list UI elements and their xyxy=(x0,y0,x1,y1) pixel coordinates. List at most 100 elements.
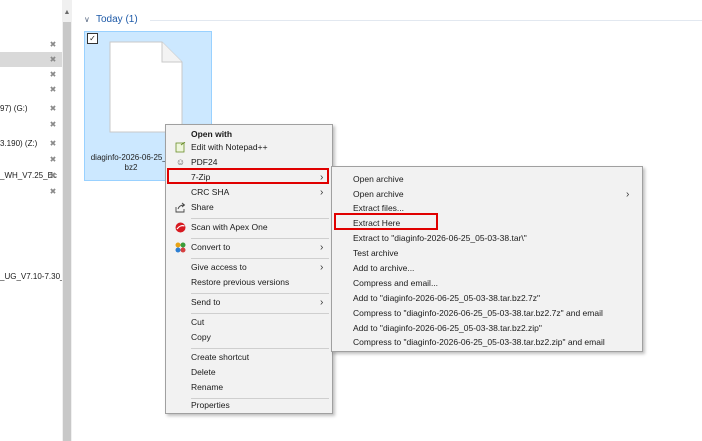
menu-label: Properties xyxy=(191,400,230,410)
menu-label: Compress to "diaginfo-2026-06-25_05-03-3… xyxy=(353,308,603,318)
submenu-item-add-to-archive[interactable]: Add to archive... xyxy=(332,261,642,276)
menu-separator xyxy=(191,313,329,314)
submenu-item-compress-zip-email[interactable]: Compress to "diaginfo-2026-06-25_05-03-3… xyxy=(332,335,642,350)
pin-icon: ✖ xyxy=(49,155,57,164)
nav-item[interactable]: 3.190) (Z:) ✖ xyxy=(0,136,62,151)
scroll-up-arrow-icon[interactable]: ▲ xyxy=(62,8,72,18)
notepad-plus-plus-icon xyxy=(175,141,186,153)
nav-item[interactable]: _WH_V7.25_Ec ✖ xyxy=(0,168,62,183)
chevron-down-icon: ∨ xyxy=(84,15,90,24)
submenu-item-extract-to[interactable]: Extract to "diaginfo-2026-06-25_05-03-38… xyxy=(332,231,642,246)
menu-label: Edit with Notepad++ xyxy=(191,142,268,152)
menu-label: Copy xyxy=(191,332,211,342)
pdf24-icon: ☺ xyxy=(175,157,186,167)
pin-icon: ✖ xyxy=(49,40,57,49)
nav-item[interactable]: ✖ xyxy=(0,184,62,199)
menu-label: Compress and email... xyxy=(353,278,439,288)
pin-icon: ✖ xyxy=(49,187,57,196)
pin-icon: ✖ xyxy=(49,139,57,148)
nav-item[interactable]: ✖ xyxy=(0,67,62,82)
submenu-item-open-archive[interactable]: Open archive xyxy=(332,172,642,187)
submenu-item-compress-7z-email[interactable]: Compress to "diaginfo-2026-06-25_05-03-3… xyxy=(332,306,642,321)
scrollbar-thumb[interactable] xyxy=(63,22,71,441)
group-title: Today (1) xyxy=(96,14,138,25)
menu-label: Create shortcut xyxy=(191,352,250,362)
nav-item[interactable]: _UG_V7.10-7.30_E xyxy=(0,269,62,284)
7zip-submenu: Open archive Open archive › Extract file… xyxy=(331,166,643,352)
menu-label: Add to "diaginfo-2026-06-25_05-03-38.tar… xyxy=(353,323,542,333)
chevron-right-icon: › xyxy=(320,297,324,308)
apex-one-icon xyxy=(175,222,186,233)
nav-item-label: 3.190) (Z:) xyxy=(0,139,38,148)
menu-item-share[interactable]: Share xyxy=(166,200,332,215)
menu-label: Test archive xyxy=(353,248,399,258)
pin-icon: ✖ xyxy=(49,85,57,94)
share-icon xyxy=(175,202,186,213)
menu-label: Give access to xyxy=(191,262,247,272)
submenu-item-add-to-7z[interactable]: Add to "diaginfo-2026-06-25_05-03-38.tar… xyxy=(332,291,642,306)
file-name-label: diaginfo-2026-06-25_0 bz2 xyxy=(86,153,176,173)
menu-item-give-access[interactable]: Give access to › xyxy=(166,260,332,275)
menu-separator xyxy=(191,238,329,239)
nav-item-selected[interactable]: ✖ xyxy=(0,52,62,67)
generic-file-icon xyxy=(108,40,184,134)
menu-label: Send to xyxy=(191,297,221,307)
menu-label: Rename xyxy=(191,382,224,392)
menu-item-convert-to[interactable]: Convert to › xyxy=(166,240,332,255)
menu-label: Delete xyxy=(191,367,216,377)
pin-icon: ✖ xyxy=(49,171,57,180)
menu-label: Open archive xyxy=(353,189,404,199)
menu-label: Open archive xyxy=(353,174,404,184)
file-name-line-2: bz2 xyxy=(124,163,138,172)
pin-icon: ✖ xyxy=(49,104,57,113)
pin-icon: ✖ xyxy=(49,70,57,79)
navigation-pane: ✖ ✖ ✖ ✖ 97) (G:) ✖ ✖ 3.190) (Z:) ✖ ✖ _WH… xyxy=(0,0,62,441)
menu-label: Convert to xyxy=(191,242,231,252)
menu-label: Scan with Apex One xyxy=(191,222,268,232)
pin-icon: ✖ xyxy=(49,120,57,129)
menu-item-send-to[interactable]: Send to › xyxy=(166,295,332,310)
menu-separator xyxy=(191,348,329,349)
menu-item-scan-apex[interactable]: Scan with Apex One xyxy=(166,220,332,235)
group-divider xyxy=(150,20,702,21)
nav-item[interactable]: ✖ xyxy=(0,117,62,132)
menu-separator xyxy=(191,218,329,219)
file-checkbox[interactable]: ✓ xyxy=(87,33,98,44)
menu-item-copy[interactable]: Copy xyxy=(166,330,332,345)
menu-item-edit-notepad[interactable]: Edit with Notepad++ xyxy=(166,140,332,155)
chevron-right-icon: › xyxy=(320,187,324,198)
menu-item-restore-versions[interactable]: Restore previous versions xyxy=(166,275,332,290)
chevron-right-icon: › xyxy=(320,262,324,273)
group-header-today[interactable]: ∨ Today (1) xyxy=(84,12,138,28)
highlight-box-extract-here xyxy=(334,213,438,230)
menu-item-create-shortcut[interactable]: Create shortcut xyxy=(166,350,332,365)
highlight-box-7zip xyxy=(167,168,329,184)
menu-label: Restore previous versions xyxy=(191,277,290,287)
menu-label: Extract to "diaginfo-2026-06-25_05-03-38… xyxy=(353,233,527,243)
chevron-right-icon: › xyxy=(320,242,324,253)
menu-label: Add to "diaginfo-2026-06-25_05-03-38.tar… xyxy=(353,293,541,303)
menu-label: Add to archive... xyxy=(353,263,415,273)
submenu-item-compress-email[interactable]: Compress and email... xyxy=(332,276,642,291)
nav-item[interactable]: ✖ xyxy=(0,152,62,167)
pin-icon: ✖ xyxy=(49,55,57,64)
nav-item[interactable]: ✖ xyxy=(0,82,62,97)
submenu-item-open-archive-more[interactable]: Open archive › xyxy=(332,187,642,202)
menu-item-delete[interactable]: Delete xyxy=(166,365,332,380)
menu-label: Share xyxy=(191,202,214,212)
menu-label: Cut xyxy=(191,317,205,327)
chevron-right-icon: › xyxy=(626,189,630,200)
submenu-item-test-archive[interactable]: Test archive xyxy=(332,246,642,261)
file-name-line-1: diaginfo-2026-06-25_0 xyxy=(90,153,172,162)
submenu-item-add-to-zip[interactable]: Add to "diaginfo-2026-06-25_05-03-38.tar… xyxy=(332,321,642,336)
menu-item-crc-sha[interactable]: CRC SHA › xyxy=(166,185,332,200)
nav-item-label: 97) (G:) xyxy=(0,104,28,113)
menu-item-cut[interactable]: Cut xyxy=(166,315,332,330)
nav-item[interactable]: 97) (G:) ✖ xyxy=(0,101,62,116)
menu-label: CRC SHA xyxy=(191,187,230,197)
menu-item-rename[interactable]: Rename xyxy=(166,380,332,395)
menu-separator xyxy=(191,258,329,259)
nav-item[interactable]: ✖ xyxy=(0,37,62,52)
menu-separator xyxy=(191,293,329,294)
menu-item-properties[interactable]: Properties xyxy=(166,398,332,413)
